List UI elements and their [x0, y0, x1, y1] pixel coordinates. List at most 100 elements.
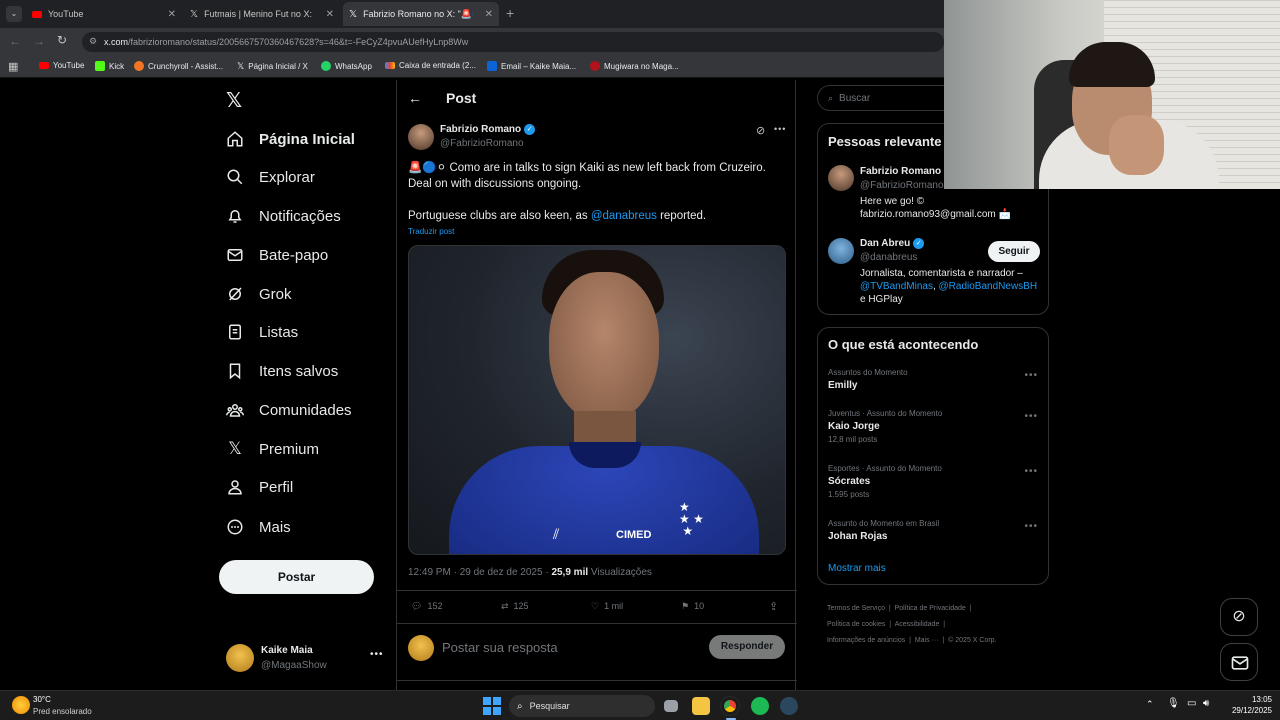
reply-input[interactable]: Postar sua resposta	[442, 640, 558, 655]
x-logo-icon: 𝕏	[349, 8, 358, 20]
trend-item[interactable]: Esportes · Assunto do Momento Sócrates 1…	[828, 464, 1038, 499]
footer-link[interactable]: Mais ···	[915, 637, 939, 644]
author-handle[interactable]: @FabrizioRomano	[440, 138, 524, 149]
footer-link[interactable]: Termos de Serviço	[827, 605, 885, 612]
site-info-icon[interactable]: ⚙	[89, 36, 97, 47]
back-icon[interactable]: ←	[9, 34, 21, 48]
show-more-link[interactable]: Mostrar mais	[828, 563, 886, 574]
weather-widget[interactable]: 30°C Pred ensolarado	[12, 694, 122, 718]
tab-fabrizio[interactable]: 𝕏 Fabrizio Romano no X: "🚨🔵⚪ ✕	[343, 2, 499, 26]
reply-action[interactable]: 💬︎ 152	[411, 601, 442, 612]
author-avatar[interactable]	[408, 124, 434, 150]
url-field[interactable]: ⚙ x.com/fabrizioromano/status/2005667570…	[82, 32, 944, 52]
follow-button[interactable]: Seguir	[988, 241, 1040, 262]
share-icon[interactable]: ⇪	[769, 600, 778, 613]
tab-futmais[interactable]: 𝕏 Futmais | Menino Fut no X: "Ou ✕	[184, 2, 340, 26]
reply-button[interactable]: Responder	[709, 635, 785, 659]
person-avatar[interactable]	[828, 165, 854, 191]
trend-more-icon[interactable]: •••	[1024, 521, 1038, 532]
mention-link[interactable]: @danabreus	[591, 210, 657, 222]
trend-more-icon[interactable]: •••	[1024, 370, 1038, 381]
messages-float-button[interactable]	[1220, 643, 1258, 681]
volume-icon[interactable]: 🔊︎	[1203, 698, 1209, 709]
nav-item-notifications[interactable]: Notificações	[226, 204, 341, 228]
file-explorer-icon[interactable]	[692, 697, 710, 715]
post-more-icon[interactable]: •••	[774, 124, 786, 134]
author-name-row[interactable]: Fabrizio Romano ✓	[440, 124, 536, 135]
footer-link[interactable]: Política de cookies	[827, 621, 885, 628]
footer-link[interactable]: Política de Privacidade	[895, 605, 966, 612]
bookmark-x-home[interactable]: 𝕏 Página Inicial / X	[237, 61, 308, 72]
bookmark-gmail[interactable]: Caixa de entrada (2...	[385, 61, 476, 70]
bookmark-icon: ⚑	[681, 601, 690, 611]
new-tab-button[interactable]: +	[506, 5, 514, 21]
person-name[interactable]: Fabrizio Romano	[860, 166, 941, 177]
trend-more-icon[interactable]: •••	[1024, 411, 1038, 422]
translate-link[interactable]: Traduzir post	[408, 227, 454, 236]
bio-mention-link[interactable]: @RadioBandNewsBH	[939, 281, 1038, 292]
tab-search-dropdown[interactable]: ⌄	[6, 6, 22, 22]
nav-item-grok[interactable]: Grok	[226, 282, 292, 306]
reload-icon[interactable]: ↻	[57, 33, 67, 47]
nav-item-premium[interactable]: 𝕏 Premium	[226, 437, 319, 461]
task-view-icon[interactable]	[664, 700, 678, 712]
close-tab-icon[interactable]: ✕	[326, 9, 334, 20]
repost-action[interactable]: ⇄ 125	[501, 601, 529, 612]
like-action[interactable]: ♡ 1 mil	[591, 601, 623, 612]
person-bio: Here we go! © fabrizio.romano93@gmail.co…	[860, 196, 1011, 220]
nav-item-communities[interactable]: Comunidades	[226, 398, 352, 422]
clock[interactable]: 13:05 29/12/2025	[1222, 694, 1272, 716]
trend-category: Esportes · Assunto do Momento	[828, 464, 942, 473]
footer-link[interactable]: Informações de anúncios	[827, 637, 905, 644]
microphone-icon[interactable]: 🎙︎	[1167, 698, 1180, 709]
account-handle: @MagaaShow	[261, 660, 327, 671]
tray-chevron-icon[interactable]: ⌃	[1146, 699, 1154, 710]
nav-item-explore[interactable]: Explorar	[226, 165, 315, 189]
grok-float-button[interactable]: ⊘	[1220, 598, 1258, 636]
bookmark-action[interactable]: ⚑ 10	[681, 601, 704, 612]
tab-youtube[interactable]: YouTube ✕	[26, 2, 182, 26]
bookmark-kick[interactable]: Kick	[95, 61, 124, 71]
post-image[interactable]: CIMED ⫽ ★ ★ ★ ★	[408, 245, 786, 555]
steam-icon[interactable]	[780, 697, 798, 715]
nav-item-profile[interactable]: Perfil	[226, 475, 293, 499]
account-switcher[interactable]: Kaike Maia @MagaaShow •••	[226, 640, 386, 676]
spotify-icon[interactable]	[751, 697, 769, 715]
nav-item-lists[interactable]: Listas	[226, 320, 298, 344]
close-tab-icon[interactable]: ✕	[485, 9, 493, 20]
post-button[interactable]: Postar	[219, 560, 374, 594]
bookmark-crunchyroll[interactable]: Crunchyroll - Assist...	[134, 61, 223, 71]
network-icon[interactable]: ▭	[1187, 698, 1196, 709]
mail-icon	[1230, 653, 1250, 678]
bookmark-email[interactable]: Email – Kaike Maia...	[487, 61, 576, 71]
chrome-icon[interactable]	[721, 697, 739, 715]
url-host: x.com	[104, 37, 129, 47]
nav-label: Listas	[259, 323, 299, 341]
taskbar-search[interactable]: ⌕ Pesquisar	[509, 695, 655, 717]
bookmark-youtube[interactable]: YouTube	[39, 61, 84, 70]
start-button[interactable]	[483, 697, 501, 715]
trend-item[interactable]: Assunto do Momento em Brasil Johan Rojas	[828, 519, 1038, 542]
nav-item-chat[interactable]: Bate-papo	[226, 243, 328, 267]
trend-item[interactable]: Assuntos do Momento Emilly	[828, 368, 1038, 391]
apps-icon[interactable]: ▦	[8, 60, 18, 73]
nav-item-more[interactable]: Mais	[226, 515, 291, 539]
forward-icon[interactable]: →	[33, 34, 45, 48]
url-path: /fabrizioromano/status/20056675703604676…	[128, 37, 469, 47]
bio-mention-link[interactable]: @TVBandMinas	[860, 281, 933, 292]
trend-more-icon[interactable]: •••	[1024, 466, 1038, 477]
trend-item[interactable]: Juventus · Assunto do Momento Kaio Jorge…	[828, 409, 1038, 444]
footer-link[interactable]: Acessibilidade	[895, 621, 940, 628]
person-name-row[interactable]: Dan Abreu ✓	[860, 238, 925, 249]
bio-text: e HGPlay	[860, 294, 903, 305]
back-arrow-icon[interactable]: ←	[408, 90, 422, 106]
person-avatar[interactable]	[828, 238, 854, 264]
nav-item-home[interactable]: Página Inicial	[226, 127, 355, 151]
grok-icon[interactable]: ⊘	[756, 124, 765, 137]
x-home-logo-icon[interactable]: 𝕏	[226, 88, 242, 113]
bookmark-whatsapp[interactable]: WhatsApp	[321, 61, 372, 71]
verified-badge-icon: ✓	[524, 124, 536, 135]
nav-item-bookmarks[interactable]: Itens salvos	[226, 359, 338, 383]
close-tab-icon[interactable]: ✕	[168, 9, 176, 20]
bookmark-mugiwara[interactable]: Mugiwara no Maga...	[590, 61, 679, 71]
